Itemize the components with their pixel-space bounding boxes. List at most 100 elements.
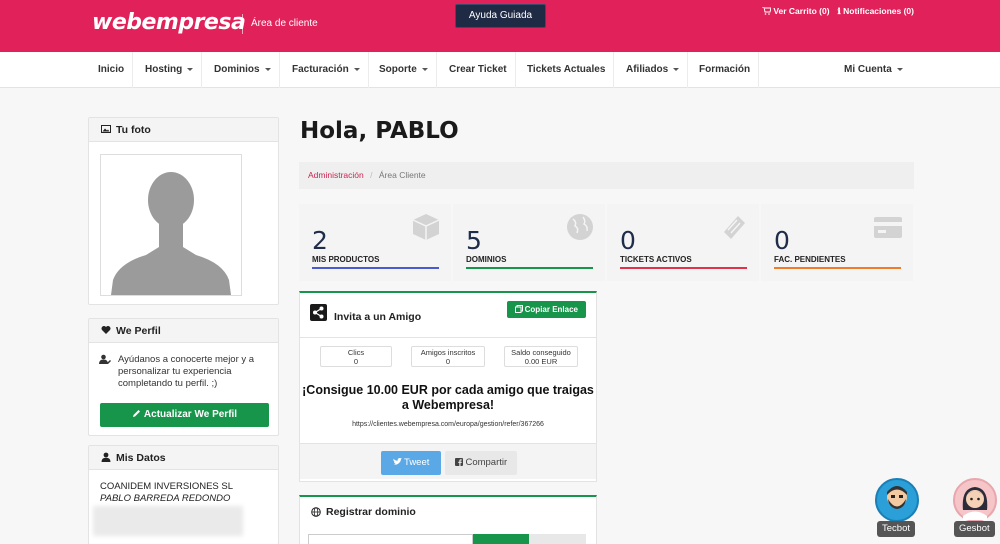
- tu-foto-panel: Tu foto: [88, 117, 279, 305]
- copiar-enlace-label: Copiar Enlace: [524, 305, 578, 314]
- user-edit-icon: [99, 354, 111, 364]
- page-title: Hola, PABLO: [300, 118, 459, 144]
- nav-label: Hosting: [145, 64, 183, 75]
- pencil-icon: [132, 410, 140, 417]
- ticket-icon: [724, 216, 745, 239]
- tu-foto-header: Tu foto: [89, 118, 278, 142]
- nav-label: Tickets Actuales: [527, 64, 606, 75]
- nav-label: Soporte: [379, 64, 417, 75]
- main-nav: Inicio Hosting Dominios Facturación Sopo…: [0, 52, 1000, 88]
- user-icon: [101, 452, 111, 462]
- image-icon: [101, 125, 111, 133]
- stat-productos-label: MIS PRODUCTOS: [312, 255, 380, 264]
- heart-icon: [101, 326, 111, 334]
- nav-afiliados[interactable]: Afiliados: [618, 52, 689, 88]
- actualizar-perfil-button[interactable]: Actualizar We Perfil: [100, 403, 269, 427]
- globe-icon: [567, 214, 593, 240]
- caret-down-icon: [421, 67, 428, 71]
- saldo-value: 0.00 EUR: [524, 357, 558, 366]
- compartir-label: Compartir: [465, 457, 508, 468]
- nav-soporte[interactable]: Soporte: [371, 52, 437, 88]
- caret-down-icon: [896, 67, 903, 71]
- nav-label: Crear Ticket: [449, 64, 507, 75]
- we-perfil-header: We Perfil: [89, 319, 278, 343]
- we-perfil-title: We Perfil: [116, 325, 161, 337]
- stat-productos[interactable]: 2 MIS PRODUCTOS: [299, 204, 451, 281]
- cart-label: Ver Carrito (0): [773, 6, 830, 16]
- box-icon: [412, 214, 440, 240]
- nav-mi-cuenta[interactable]: Mi Cuenta: [836, 52, 911, 88]
- nav-label: Inicio: [98, 64, 125, 75]
- woman-bot-icon: [962, 487, 988, 520]
- stat-dominios[interactable]: 5 DOMINIOS: [453, 204, 605, 281]
- ayuda-guiada-button[interactable]: Ayuda Guiada: [455, 4, 546, 28]
- registrar-dominio-card: Registrar dominio: [299, 495, 597, 544]
- stat-tickets-value: 0: [620, 226, 636, 255]
- caret-down-icon: [187, 67, 194, 71]
- stat-facturas-underline: [774, 267, 901, 269]
- nav-facturacion[interactable]: Facturación: [284, 52, 369, 88]
- notifications-link[interactable]: ℹ Notificaciones (0): [838, 6, 914, 17]
- we-perfil-text: Ayúdanos a conocerte mejor y a personali…: [118, 354, 255, 389]
- share-bar: Tweet Compartir: [300, 443, 596, 479]
- caret-down-icon: [673, 67, 680, 71]
- referral-link[interactable]: https://clientes.webempresa.com/europa/g…: [300, 421, 596, 428]
- share-icon: [310, 304, 327, 321]
- redacted-address: [93, 506, 243, 536]
- saldo-box: Saldo conseguido 0.00 EUR: [504, 346, 578, 367]
- nav-dominios[interactable]: Dominios: [206, 52, 280, 88]
- stat-facturas[interactable]: 0 FAC. PENDIENTES: [761, 204, 913, 281]
- gesbot-avatar[interactable]: [953, 478, 997, 522]
- mis-datos-header: Mis Datos: [89, 446, 278, 470]
- credit-card-icon: [874, 217, 902, 238]
- nav-hosting[interactable]: Hosting: [137, 52, 203, 88]
- registrar-button[interactable]: [473, 534, 529, 544]
- breadcrumb: Administración / Área Cliente: [299, 162, 914, 189]
- clics-box: Clics 0: [320, 346, 392, 367]
- we-perfil-panel: We Perfil Ayúdanos a conocerte mejor y a…: [88, 318, 279, 436]
- stat-tickets-label: TICKETS ACTIVOS: [620, 255, 692, 264]
- tecbot-avatar[interactable]: [875, 478, 919, 522]
- tecbot-label[interactable]: Tecbot: [877, 521, 915, 537]
- domain-search-input[interactable]: [308, 534, 473, 544]
- top-links: Ver Carrito (0) ℹ Notificaciones (0): [761, 6, 914, 17]
- tu-foto-title: Tu foto: [116, 124, 151, 136]
- stat-tickets[interactable]: 0 TICKETS ACTIVOS: [607, 204, 759, 281]
- bearded-bot-icon: [887, 486, 907, 509]
- nav-formacion[interactable]: Formación: [691, 52, 760, 88]
- facebook-icon: [454, 458, 463, 466]
- nav-label: Dominios: [214, 64, 260, 75]
- profile-photo[interactable]: [100, 154, 242, 296]
- mis-datos-title: Mis Datos: [116, 452, 166, 464]
- gesbot-label[interactable]: Gesbot: [954, 521, 995, 537]
- breadcrumb-admin[interactable]: Administración: [308, 170, 364, 180]
- registrar-dominio-title: Registrar dominio: [326, 506, 416, 518]
- twitter-icon: [392, 457, 402, 465]
- nav-label: Facturación: [292, 64, 349, 75]
- stat-productos-underline: [312, 267, 439, 269]
- nav-tickets-actuales[interactable]: Tickets Actuales: [519, 52, 615, 88]
- nav-inicio[interactable]: Inicio: [90, 52, 134, 88]
- nav-label: Formación: [699, 64, 751, 75]
- copiar-enlace-button[interactable]: Copiar Enlace: [506, 301, 586, 318]
- stat-productos-value: 2: [312, 226, 328, 255]
- tweet-button[interactable]: Tweet: [381, 451, 441, 475]
- info-icon: ℹ: [837, 6, 841, 16]
- invite-title: Invita a un Amigo: [334, 311, 422, 323]
- avatar-placeholder-icon: [111, 172, 231, 295]
- stat-dominios-underline: [466, 267, 593, 269]
- cart-link[interactable]: Ver Carrito (0): [761, 6, 830, 17]
- invite-divider: [300, 337, 596, 338]
- stat-dominios-label: DOMINIOS: [466, 255, 507, 264]
- nav-crear-ticket[interactable]: Crear Ticket: [441, 52, 516, 88]
- invite-card: Invita a un Amigo Copiar Enlace Clics 0 …: [299, 291, 597, 482]
- area-cliente-label: Área de cliente: [251, 18, 318, 29]
- facebook-share-button[interactable]: Compartir: [445, 451, 517, 475]
- notifications-label: Notificaciones (0): [843, 6, 914, 16]
- tweet-label: Tweet: [404, 457, 430, 468]
- brand-logo[interactable]: webempresa: [92, 10, 246, 35]
- amigos-value: 0: [445, 357, 451, 366]
- company-name: COANIDEM INVERSIONES SL: [100, 481, 234, 492]
- transferir-button[interactable]: [529, 534, 586, 544]
- nav-label: Afiliados: [626, 64, 669, 75]
